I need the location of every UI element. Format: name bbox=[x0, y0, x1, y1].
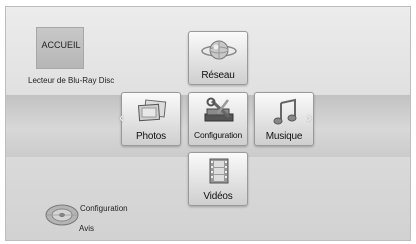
menu-reseau-label: Réseau bbox=[201, 70, 235, 81]
menu-videos-label: Vidéos bbox=[203, 191, 233, 202]
home-badge: ACCUEIL bbox=[36, 27, 84, 69]
photos-icon bbox=[138, 99, 167, 122]
home-screen: ACCUEIL Lecteur de Blu-Ray Disc Réseau P… bbox=[5, 6, 411, 241]
chevron-right-icon[interactable]: › bbox=[307, 110, 312, 124]
menu-configuration-label: Configuration bbox=[194, 130, 242, 140]
network-icon bbox=[201, 40, 237, 60]
chevron-left-icon[interactable]: ‹ bbox=[119, 110, 124, 124]
film-strip-icon bbox=[209, 158, 229, 184]
menu-reseau-button[interactable]: Réseau bbox=[188, 31, 248, 85]
music-note-icon bbox=[273, 98, 297, 125]
home-title: ACCUEIL bbox=[41, 40, 81, 50]
device-name: Lecteur de Blu-Ray Disc bbox=[28, 76, 115, 85]
option-configuration[interactable]: Configuration bbox=[80, 204, 128, 213]
menu-configuration-button[interactable]: Configuration bbox=[188, 92, 248, 146]
menu-photos-label: Photos bbox=[136, 131, 166, 142]
disc-options-icon[interactable] bbox=[44, 203, 80, 227]
menu-photos-button[interactable]: Photos bbox=[121, 92, 181, 146]
menu-videos-button[interactable]: Vidéos bbox=[188, 152, 248, 206]
option-avis[interactable]: Avis bbox=[79, 224, 94, 233]
menu-musique-button[interactable]: Musique bbox=[254, 92, 314, 146]
menu-musique-label: Musique bbox=[265, 131, 303, 142]
settings-tools-icon bbox=[204, 97, 234, 122]
